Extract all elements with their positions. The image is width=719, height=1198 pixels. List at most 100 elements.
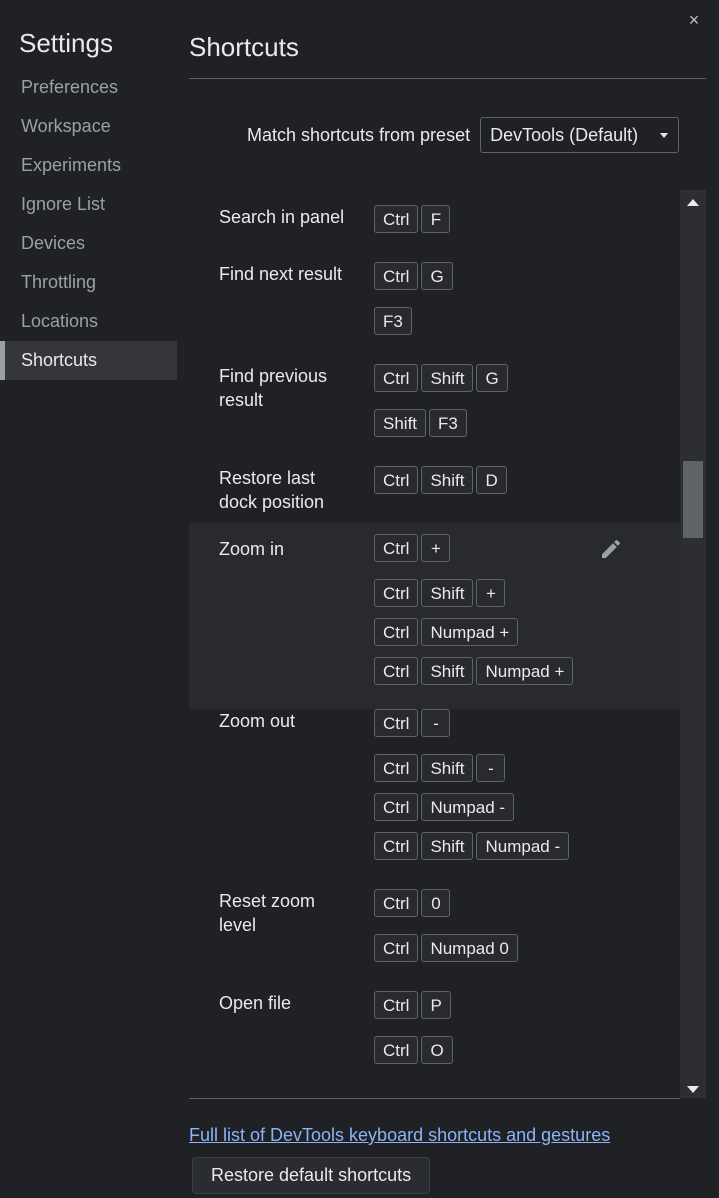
shortcut-action-name: Search in panel (219, 207, 345, 227)
shortcut-action-name: Reset zoom level (219, 891, 316, 935)
key-cap: Ctrl (374, 579, 419, 607)
key-cap: Ctrl (374, 534, 419, 562)
preset-row: Match shortcuts from preset DevTools (De… (247, 117, 680, 153)
scrollbar[interactable] (680, 190, 706, 1098)
page-title: Shortcuts (189, 32, 299, 62)
shortcut-action-name: Zoom in (219, 539, 285, 559)
shortcut-keys: Ctrl Shift D (374, 466, 510, 505)
key-combo: F3 (374, 307, 456, 346)
shortcut-row[interactable]: Reset zoom level Ctrl 0 Ctrl Numpad 0 (189, 889, 680, 991)
key-combo: Ctrl Numpad - (374, 793, 572, 832)
key-cap: P (421, 991, 451, 1019)
key-cap: 0 (421, 889, 451, 917)
sidebar-item-workspace[interactable]: Workspace (0, 107, 177, 146)
scroll-down-icon[interactable] (687, 1086, 699, 1093)
sidebar-item-shortcuts[interactable]: Shortcuts (0, 341, 177, 380)
key-cap: Shift (421, 579, 474, 607)
key-cap: O (421, 1036, 453, 1064)
sidebar-item-locations[interactable]: Locations (0, 302, 177, 341)
shortcut-keys: Ctrl G F3 (374, 262, 456, 346)
key-combo: Ctrl Shift D (374, 466, 510, 505)
key-cap: Numpad - (421, 793, 515, 821)
shortcut-row[interactable]: Search in panel Ctrl F (189, 205, 680, 262)
key-cap: F3 (374, 307, 412, 335)
key-cap: Shift (374, 409, 427, 437)
key-cap: Numpad 0 (421, 934, 518, 962)
shortcut-keys: Ctrl - Ctrl Shift - Ctrl Numpad - Ctrl Shift Nump… (374, 709, 572, 871)
settings-sidebar: Settings Preferences Workspace Experiments… (0, 0, 177, 1198)
shortcut-action-name: Find previous result (219, 366, 328, 410)
shortcut-row[interactable]: Open file Ctrl P Ctrl O (189, 991, 680, 1093)
shortcut-row[interactable]: Zoom in Ctrl + Ctrl Shift + Ctrl Numpad + Ctrl Sh… (189, 523, 680, 709)
sidebar-item-ignore-list[interactable]: Ignore List (0, 185, 177, 224)
key-cap: Ctrl (374, 618, 419, 646)
shortcut-keys: Ctrl P Ctrl O (374, 991, 456, 1075)
sidebar-item-experiments[interactable]: Experiments (0, 146, 177, 185)
preset-select[interactable]: DevTools (Default) (480, 117, 680, 153)
key-combo: Ctrl 0 (374, 889, 521, 934)
chevron-down-icon (660, 132, 669, 138)
sidebar-nav: Preferences Workspace Experiments Ignore Li… (0, 68, 177, 380)
key-cap: G (476, 364, 508, 392)
shortcut-row[interactable]: Find next result Ctrl G F3 (189, 262, 680, 364)
key-cap: Shift (421, 657, 474, 685)
key-cap: D (476, 466, 507, 494)
scroll-up-icon[interactable] (687, 199, 699, 206)
key-cap: + (421, 534, 451, 562)
sidebar-item-devices[interactable]: Devices (0, 224, 177, 263)
key-cap: Numpad + (421, 618, 519, 646)
restore-default-shortcuts-button[interactable]: Restore default shortcuts (192, 1157, 431, 1194)
key-cap: Shift (421, 832, 474, 860)
key-combo: Ctrl O (374, 1036, 456, 1075)
shortcut-list[interactable]: Cancel searchEscSearch in panelCtrlFFind… (189, 190, 680, 1098)
docs-link[interactable]: Full list of DevTools keyboard shortcuts… (189, 1125, 610, 1146)
key-cap: Ctrl (374, 991, 419, 1019)
preset-label: Match shortcuts from preset (247, 124, 471, 145)
key-cap: Ctrl (374, 889, 419, 917)
key-combo: Ctrl Numpad 0 (374, 934, 521, 973)
key-cap: Shift (421, 754, 474, 782)
key-cap: Ctrl (374, 205, 419, 233)
shortcut-list-content: Cancel searchEscSearch in panelCtrlFFind… (189, 190, 680, 1093)
key-cap: Ctrl (374, 754, 419, 782)
key-cap: Ctrl (374, 364, 419, 392)
shortcut-action-name: Open file (219, 993, 292, 1013)
key-combo: Ctrl Shift + (374, 579, 576, 618)
shortcut-row[interactable]: Zoom out Ctrl - Ctrl Shift - Ctrl Numpad - Ctrl S… (189, 709, 680, 889)
key-cap: Ctrl (374, 466, 419, 494)
key-combo: Ctrl Shift - (374, 754, 572, 793)
key-cap: Ctrl (374, 709, 419, 737)
sidebar-item-preferences[interactable]: Preferences (0, 68, 177, 107)
key-cap: + (476, 579, 506, 607)
key-cap: Ctrl (374, 934, 419, 962)
key-cap: Ctrl (374, 1036, 419, 1064)
key-cap: Ctrl (374, 832, 419, 860)
key-cap: F (421, 205, 451, 233)
key-combo: Shift F3 (374, 409, 511, 448)
key-cap: F3 (429, 409, 467, 437)
key-combo: Ctrl Numpad + (374, 618, 576, 657)
key-combo: Ctrl Shift Numpad - (374, 832, 572, 871)
key-cap: Ctrl (374, 657, 419, 685)
shortcut-keys: Ctrl 0 Ctrl Numpad 0 (374, 889, 521, 973)
shortcut-action-name: Find next result (219, 264, 343, 284)
shortcut-keys: Ctrl F (374, 205, 453, 244)
key-combo: Ctrl Shift G (374, 364, 511, 409)
shortcut-action-name: Restore last dock position (219, 468, 325, 512)
shortcut-row[interactable]: Restore last dock position Ctrl Shift D (189, 466, 680, 523)
key-cap: Numpad + (476, 657, 574, 685)
sidebar-item-throttling[interactable]: Throttling (0, 263, 177, 302)
sidebar-title: Settings (19, 28, 113, 58)
scroll-thumb[interactable] (683, 461, 703, 538)
key-combo: Ctrl P (374, 991, 456, 1036)
shortcuts-panel: Shortcuts Match shortcuts from preset De… (189, 0, 706, 1198)
key-combo: Ctrl + (374, 534, 576, 579)
key-cap: Numpad - (476, 832, 570, 860)
shortcut-action-name: Zoom out (219, 711, 296, 731)
edit-pencil-icon[interactable] (599, 537, 623, 561)
shortcut-row[interactable]: Find previous result Ctrl Shift G Shift F3 (189, 364, 680, 466)
title-divider (189, 78, 706, 79)
key-combo: Ctrl F (374, 205, 453, 244)
shortcut-row[interactable]: Cancel searchEsc (189, 190, 680, 205)
shortcut-keys: Ctrl Shift G Shift F3 (374, 364, 511, 448)
